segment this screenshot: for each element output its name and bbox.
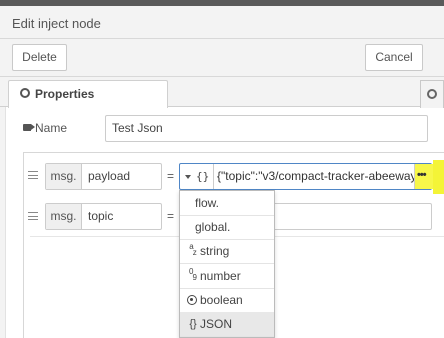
type-dropdown-menu: flow. global. az string 09 number boolea… bbox=[179, 190, 275, 338]
name-label: Name bbox=[35, 121, 68, 135]
property-key-value: topic bbox=[88, 209, 114, 223]
menu-item-string[interactable]: az string bbox=[180, 239, 274, 264]
property-value-input[interactable]: {} {"topic":"v3/compact-tracker-abeeway@… bbox=[179, 163, 432, 190]
tray-title: Edit inject node bbox=[12, 16, 101, 31]
tag-icon bbox=[23, 124, 35, 131]
scrollbar[interactable] bbox=[0, 107, 6, 338]
menu-item-label: string bbox=[200, 244, 230, 258]
expand-editor-button[interactable]: ••• bbox=[414, 164, 433, 189]
menu-item-json[interactable]: {} JSON bbox=[180, 312, 274, 337]
property-key-input[interactable]: msg. topic bbox=[45, 203, 162, 230]
equals-sign: = bbox=[167, 169, 175, 183]
ellipsis-icon: ••• bbox=[417, 169, 427, 181]
property-key-value: payload bbox=[88, 169, 131, 183]
highlight-mark bbox=[433, 160, 444, 194]
cancel-button[interactable]: Cancel bbox=[365, 44, 423, 71]
menu-item-global[interactable]: global. bbox=[180, 215, 274, 240]
menu-item-flow[interactable]: flow. bbox=[180, 191, 274, 216]
tab-properties[interactable]: Properties bbox=[8, 80, 168, 108]
tray-header: Edit inject node bbox=[0, 6, 444, 39]
msg-prefix: msg. bbox=[46, 204, 82, 229]
delete-button[interactable]: Delete bbox=[12, 44, 67, 71]
property-value-text: {"topic":"v3/compact-tracker-abeeway@t bbox=[217, 169, 417, 183]
string-icon: az bbox=[189, 242, 197, 257]
menu-item-label: boolean bbox=[200, 293, 243, 307]
gear-icon bbox=[20, 88, 30, 98]
property-key-input[interactable]: msg. payload bbox=[45, 163, 162, 190]
tab-settings[interactable] bbox=[420, 80, 444, 108]
drag-handle-icon[interactable] bbox=[28, 171, 38, 179]
menu-item-label: flow. bbox=[195, 196, 220, 210]
menu-item-label: number bbox=[200, 269, 241, 283]
toggle-icon bbox=[187, 295, 197, 305]
menu-item-label: JSON bbox=[200, 317, 233, 331]
type-select-button[interactable]: {} bbox=[180, 164, 214, 189]
tab-properties-label: Properties bbox=[35, 87, 95, 101]
equals-sign: = bbox=[167, 209, 175, 223]
name-input[interactable]: Test Json bbox=[105, 115, 428, 142]
gear-icon bbox=[427, 89, 437, 99]
drag-handle-icon[interactable] bbox=[28, 212, 38, 220]
msg-prefix: msg. bbox=[46, 164, 82, 189]
menu-item-boolean[interactable]: boolean bbox=[180, 288, 274, 313]
caret-down-icon bbox=[185, 175, 191, 179]
json-icon: {} bbox=[196, 170, 210, 183]
number-icon: 09 bbox=[189, 267, 197, 282]
json-icon: {} bbox=[189, 318, 197, 330]
menu-item-label: global. bbox=[195, 220, 231, 234]
menu-item-number[interactable]: 09 number bbox=[180, 264, 274, 289]
